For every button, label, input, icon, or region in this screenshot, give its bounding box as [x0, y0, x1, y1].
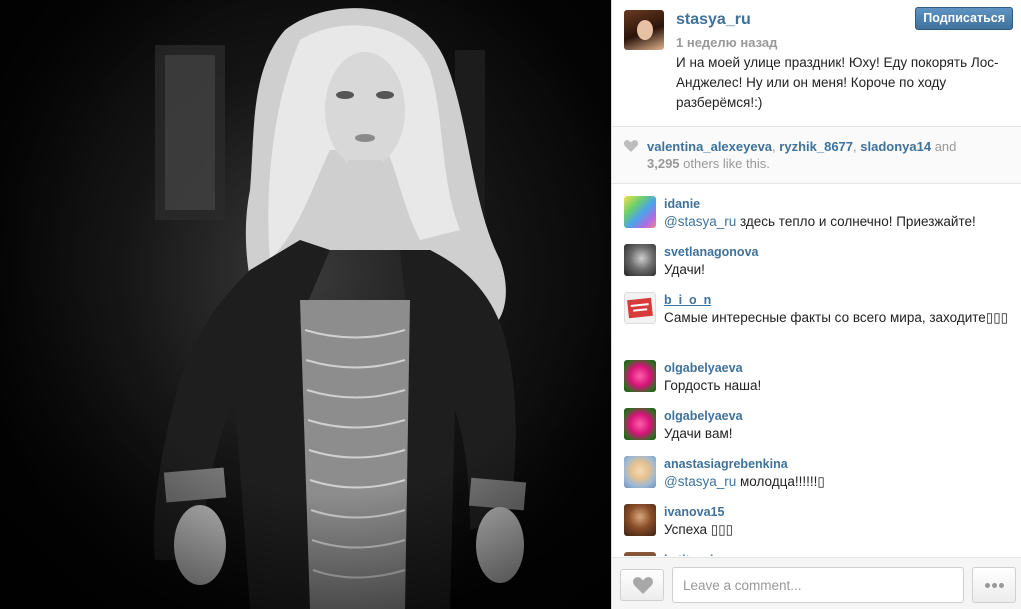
commenter-username[interactable]: anastasiagrebenkina: [664, 456, 1010, 472]
commenter-avatar[interactable]: [624, 292, 656, 324]
commenter-username[interactable]: svetlanagonova: [664, 244, 1010, 260]
liker-link[interactable]: valentina_alexeyeva: [647, 139, 772, 154]
more-options-button[interactable]: [972, 567, 1016, 603]
heart-icon: [633, 577, 653, 594]
comment-mention[interactable]: @stasya_ru: [664, 474, 736, 489]
comment-body: Удачи!: [664, 262, 705, 277]
comment-item: idanie @stasya_ru здесь тепло и солнечно…: [612, 196, 1021, 244]
post-panel: stasya_ru 1 неделю назад И на моей улице…: [611, 0, 1021, 609]
comment-footer: [612, 557, 1021, 609]
like-button[interactable]: [620, 569, 664, 601]
post-photo[interactable]: [0, 0, 611, 609]
post-header: stasya_ru 1 неделю назад И на моей улице…: [612, 0, 1021, 126]
commenter-avatar[interactable]: [624, 504, 656, 536]
comment-item: ivanova15 Успеха ▯▯▯: [612, 504, 1021, 552]
comment-body: Успеха ▯▯▯: [664, 522, 734, 537]
comment-item: b_i_o_n Самые интересные факты со всего …: [612, 292, 1021, 360]
commenter-avatar[interactable]: [624, 244, 656, 276]
commenter-avatar[interactable]: [624, 456, 656, 488]
comment-mention[interactable]: @stasya_ru: [664, 214, 736, 229]
commenter-username[interactable]: ivanova15: [664, 504, 1010, 520]
follow-button[interactable]: Подписаться: [915, 7, 1013, 30]
comment-text: @stasya_ru здесь тепло и солнечно! Приез…: [664, 212, 1010, 232]
comment-item: olgabelyaeva Удачи вам!: [612, 408, 1021, 456]
commenter-username[interactable]: katitropina: [664, 552, 1010, 556]
comment-text: @stasya_ru молодца!!!!!!▯: [664, 472, 1010, 492]
likes-and: and: [931, 139, 957, 154]
ellipsis-icon: [984, 583, 990, 588]
commenter-username[interactable]: b_i_o_n: [664, 292, 1010, 308]
likes-rest: others like this.: [679, 156, 770, 171]
comment-body: Самые интересные факты со всего мира, за…: [664, 310, 1009, 325]
comment-body: здесь тепло и солнечно! Приезжайте!: [736, 214, 976, 229]
commenter-username[interactable]: idanie: [664, 196, 1010, 212]
ellipsis-icon: [991, 583, 997, 588]
commenter-username[interactable]: olgabelyaeva: [664, 360, 1010, 376]
believe-it-logo-icon: [627, 297, 653, 319]
commenter-avatar[interactable]: [624, 408, 656, 440]
post-timestamp[interactable]: 1 неделю назад: [676, 35, 777, 50]
comment-item: svetlanagonova Удачи!: [612, 244, 1021, 292]
commenter-username[interactable]: olgabelyaeva: [664, 408, 1010, 424]
author-avatar[interactable]: [624, 10, 664, 50]
commenter-avatar[interactable]: [624, 360, 656, 392]
comment-item: olgabelyaeva Гордость наша!: [612, 360, 1021, 408]
comment-body: Гордость наша!: [664, 378, 762, 393]
commenter-avatar[interactable]: [624, 552, 656, 556]
photo-illustration: [0, 0, 611, 609]
liker-link[interactable]: sladonya14: [860, 139, 931, 154]
heart-icon: [624, 140, 638, 152]
author-username[interactable]: stasya_ru: [676, 11, 751, 29]
comment-item: anastasiagrebenkina @stasya_ru молодца!!…: [612, 456, 1021, 504]
comment-input[interactable]: [672, 567, 964, 603]
liker-link[interactable]: ryzhik_8677: [779, 139, 853, 154]
post-caption: И на моей улице праздник! Юху! Еду покор…: [676, 55, 999, 110]
likes-summary: valentina_alexeyeva, ryzhik_8677, sladon…: [612, 126, 1021, 184]
comment-body: Удачи вам!: [664, 426, 733, 441]
comments-list[interactable]: idanie @stasya_ru здесь тепло и солнечно…: [612, 184, 1021, 556]
comment-body: молодца!!!!!!▯: [736, 474, 825, 489]
likes-count[interactable]: 3,295: [647, 156, 680, 171]
ellipsis-icon: [998, 583, 1004, 588]
commenter-avatar[interactable]: [624, 196, 656, 228]
comment-item: katitropina: [612, 552, 1021, 556]
